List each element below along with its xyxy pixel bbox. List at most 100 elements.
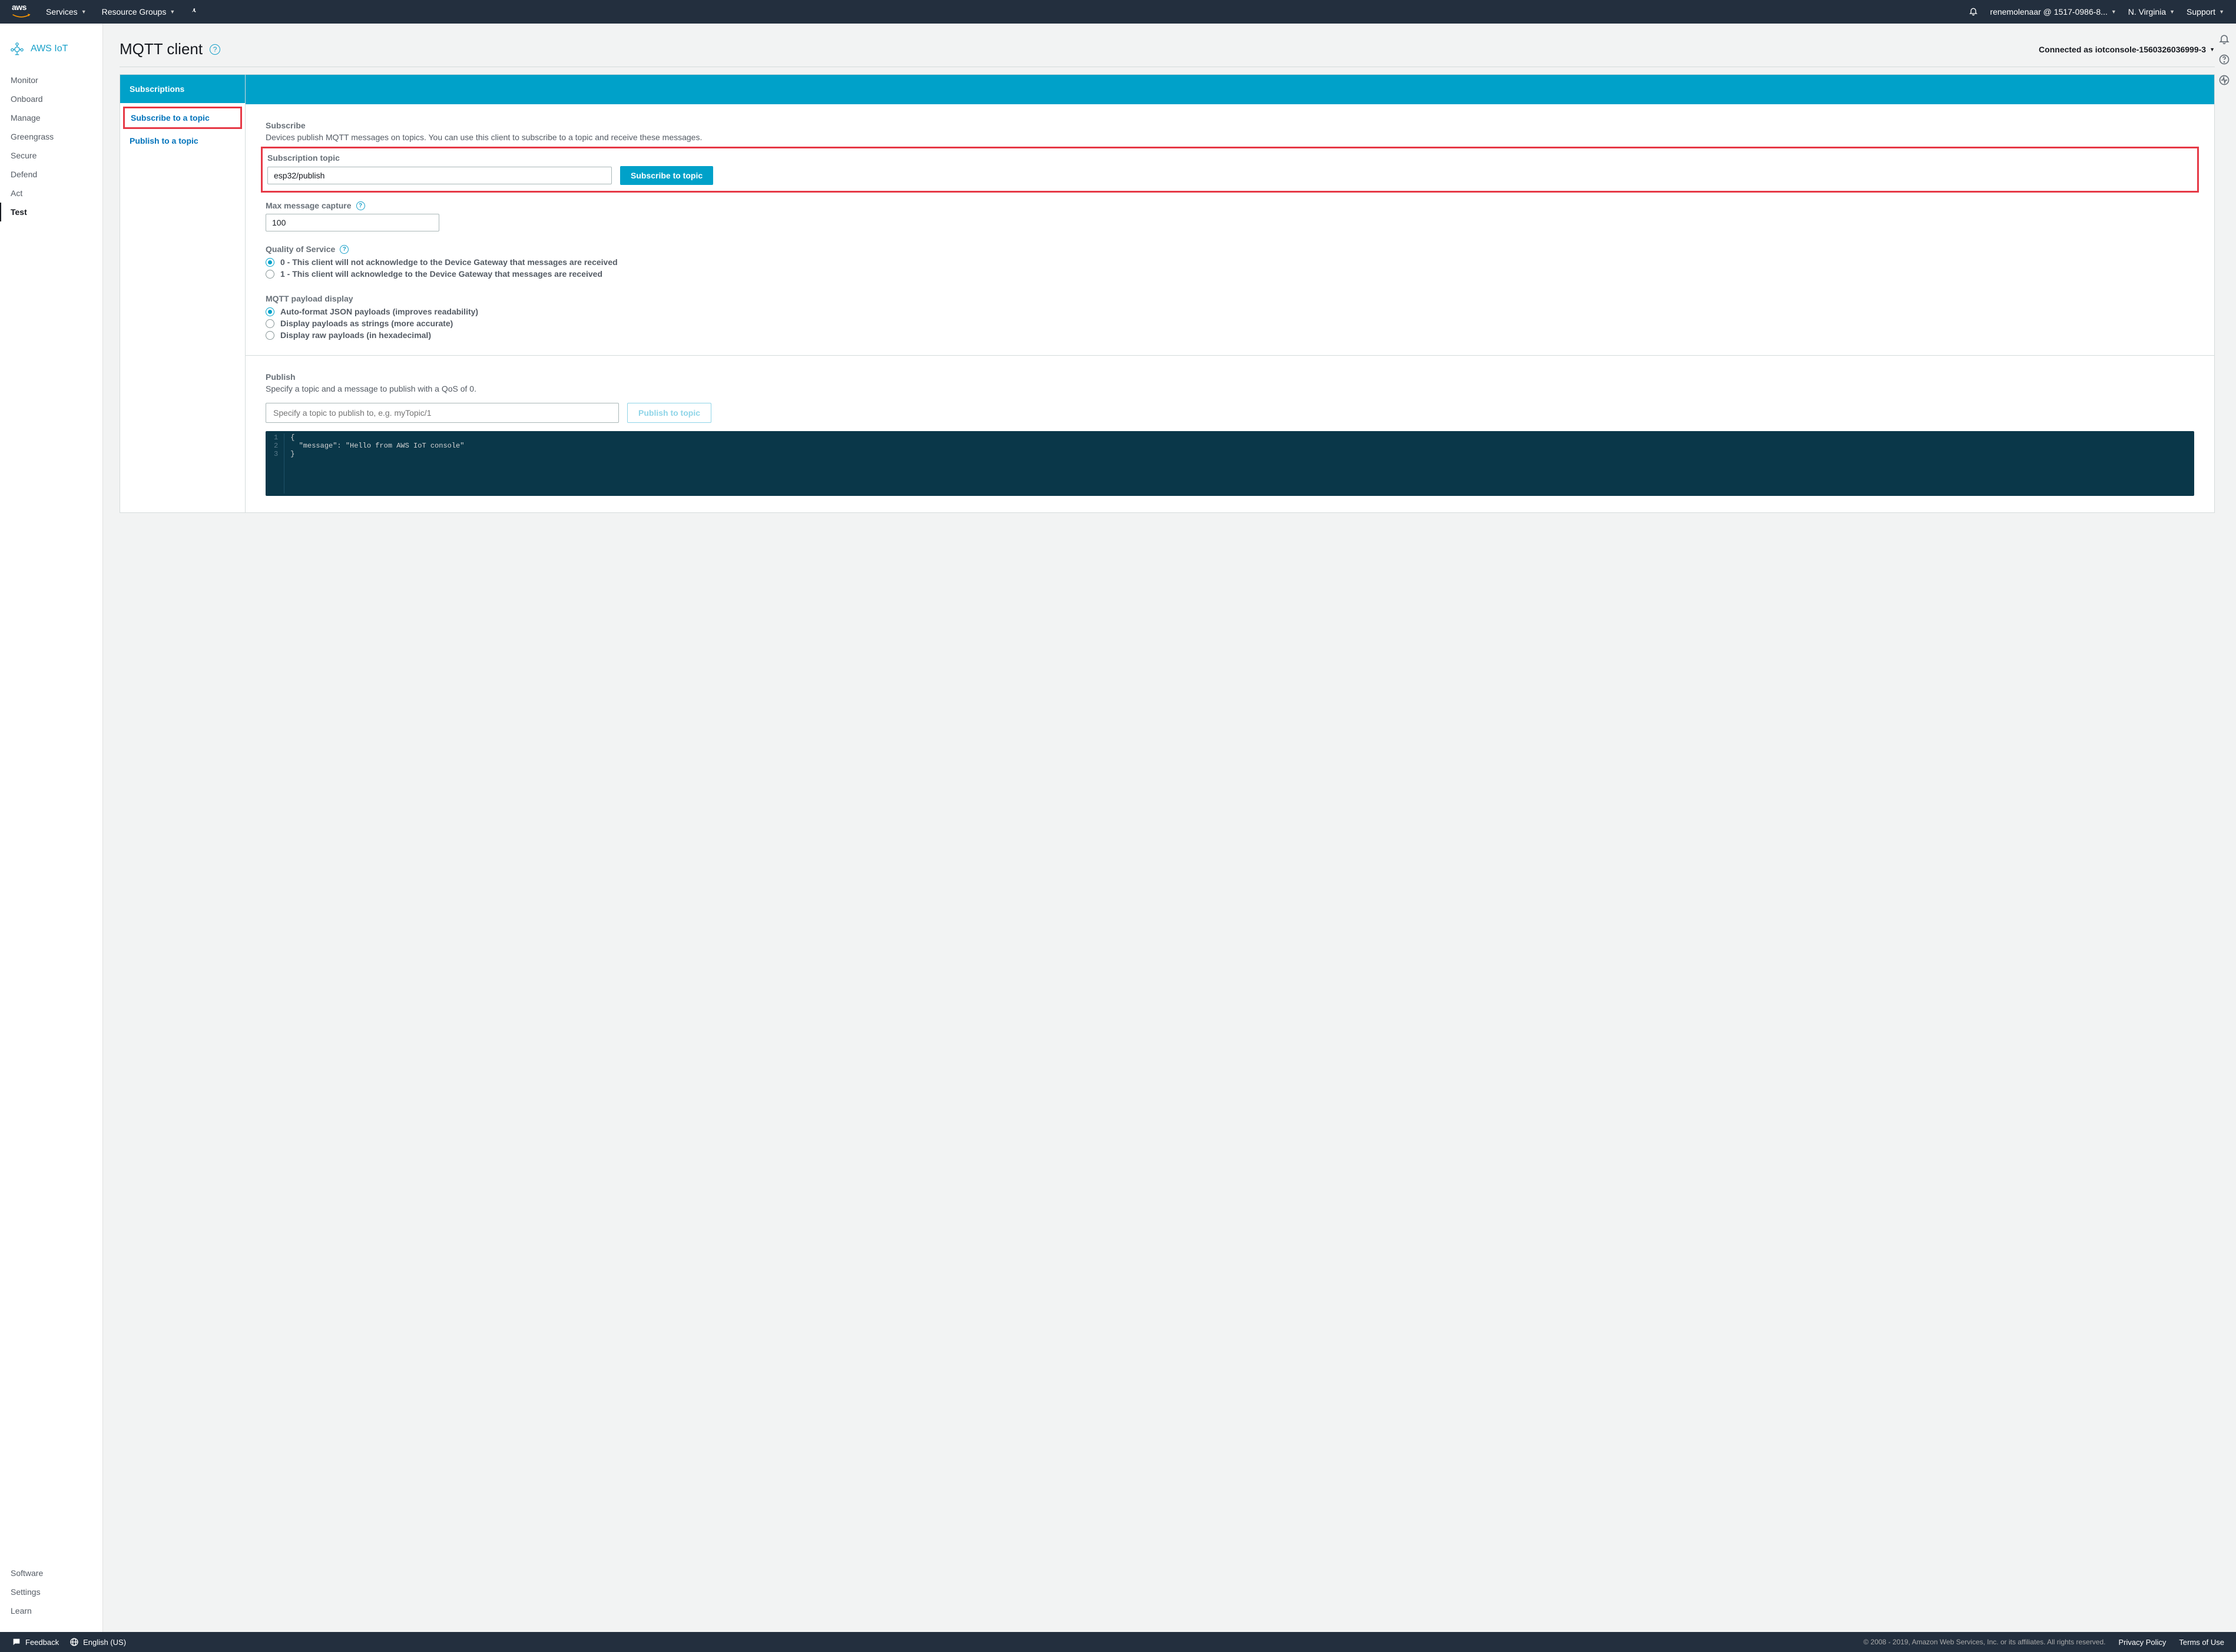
radio-unselected-icon xyxy=(266,319,274,328)
code-gutter: 123 xyxy=(266,433,284,494)
help-icon[interactable]: ? xyxy=(210,44,220,55)
publish-to-topic-link[interactable]: Publish to a topic xyxy=(120,130,245,149)
radio-label: Auto-format JSON payloads (improves read… xyxy=(280,307,478,316)
copyright-text: © 2008 - 2019, Amazon Web Services, Inc.… xyxy=(1863,1638,2105,1646)
chat-icon xyxy=(12,1637,21,1647)
feedback-link[interactable]: Feedback xyxy=(12,1637,59,1647)
sidebar-item-label: Secure xyxy=(11,151,37,160)
rail-help-icon[interactable] xyxy=(2218,54,2230,67)
sidebar-item-monitor[interactable]: Monitor xyxy=(0,71,102,90)
payload-code-editor[interactable]: 123 { "message": "Hello from AWS IoT con… xyxy=(266,431,2194,496)
nav-support-label: Support xyxy=(2187,7,2215,16)
sidebar-item-label: Monitor xyxy=(11,75,38,85)
qos-label-text: Quality of Service xyxy=(266,244,335,254)
sidebar-item-label: Greengrass xyxy=(11,132,54,141)
top-nav: aws Services ▼ Resource Groups ▼ renemol… xyxy=(0,0,2236,24)
caret-down-icon: ▼ xyxy=(2169,9,2175,15)
aws-logo[interactable]: aws xyxy=(12,2,31,21)
sidebar-item-secure[interactable]: Secure xyxy=(0,146,102,165)
privacy-policy-link[interactable]: Privacy Policy xyxy=(2119,1638,2167,1647)
subscribe-link-label: Subscribe to a topic xyxy=(131,113,210,123)
sidebar-item-greengrass[interactable]: Greengrass xyxy=(0,127,102,146)
connection-status-dropdown[interactable]: Connected as iotconsole-1560326036999-3 … xyxy=(2039,45,2215,54)
qos-option-1[interactable]: 1 - This client will acknowledge to the … xyxy=(266,269,2194,279)
max-message-capture-label: Max message capture ? xyxy=(266,201,2194,210)
radio-label: 1 - This client will acknowledge to the … xyxy=(280,269,602,279)
feedback-label: Feedback xyxy=(25,1638,59,1647)
help-icon[interactable]: ? xyxy=(340,245,349,254)
subscribe-description: Devices publish MQTT messages on topics.… xyxy=(266,133,2194,142)
terms-of-use-link[interactable]: Terms of Use xyxy=(2179,1638,2224,1647)
caret-down-icon: ▼ xyxy=(2210,47,2215,52)
nav-services-label: Services xyxy=(46,7,78,16)
page-title-text: MQTT client xyxy=(120,40,203,58)
radio-label: Display payloads as strings (more accura… xyxy=(280,319,453,328)
radio-selected-icon xyxy=(266,258,274,267)
qos-option-0[interactable]: 0 - This client will not acknowledge to … xyxy=(266,257,2194,267)
radio-label: 0 - This client will not acknowledge to … xyxy=(280,257,618,267)
sidebar-item-label: Software xyxy=(11,1568,43,1578)
sidebar-item-settings[interactable]: Settings xyxy=(0,1583,102,1601)
footer: Feedback English (US) © 2008 - 2019, Ama… xyxy=(0,1632,2236,1652)
sidebar-item-learn[interactable]: Learn xyxy=(0,1601,102,1620)
sidebar-item-manage[interactable]: Manage xyxy=(0,108,102,127)
subscriptions-sidebar: Subscriptions Subscribe to a topic Publi… xyxy=(120,75,245,512)
sidebar-item-label: Test xyxy=(11,207,27,217)
rail-notifications-icon[interactable] xyxy=(2218,33,2230,47)
sidebar-item-test[interactable]: Test xyxy=(0,203,102,221)
nav-account-label: renemolenaar @ 1517-0986-8... xyxy=(1990,7,2107,16)
sidebar-brand[interactable]: AWS IoT xyxy=(0,35,102,71)
publish-to-topic-button[interactable]: Publish to topic xyxy=(627,403,711,423)
mqtt-panel: Subscriptions Subscribe to a topic Publi… xyxy=(120,74,2215,513)
caret-down-icon: ▼ xyxy=(2111,9,2116,15)
sidebar-item-label: Onboard xyxy=(11,94,42,104)
radio-selected-icon xyxy=(266,307,274,316)
payload-option-string[interactable]: Display payloads as strings (more accura… xyxy=(266,319,2194,328)
nav-resource-groups-label: Resource Groups xyxy=(102,7,167,16)
caret-down-icon: ▼ xyxy=(2219,9,2224,15)
payload-display-label: MQTT payload display xyxy=(266,294,2194,303)
nav-pin[interactable] xyxy=(190,7,198,17)
language-label: English (US) xyxy=(83,1638,126,1647)
sidebar-item-act[interactable]: Act xyxy=(0,184,102,203)
caret-down-icon: ▼ xyxy=(81,9,87,15)
nav-region-label: N. Virginia xyxy=(2128,7,2166,16)
sidebar-item-defend[interactable]: Defend xyxy=(0,165,102,184)
connection-status-text: Connected as iotconsole-1560326036999-3 xyxy=(2039,45,2206,54)
iot-icon xyxy=(9,41,25,57)
publish-topic-input[interactable] xyxy=(266,403,619,423)
qos-label: Quality of Service ? xyxy=(266,244,2194,254)
subscription-topic-highlight: Subscription topic Subscribe to topic xyxy=(261,147,2199,193)
radio-label: Display raw payloads (in hexadecimal) xyxy=(280,330,431,340)
panel-topbar xyxy=(246,75,2214,104)
subscribe-to-topic-link[interactable]: Subscribe to a topic xyxy=(123,107,242,129)
sidebar-item-label: Settings xyxy=(11,1587,41,1597)
nav-resource-groups[interactable]: Resource Groups ▼ xyxy=(102,7,175,16)
notifications-icon[interactable] xyxy=(1969,6,1978,18)
rail-activity-icon[interactable] xyxy=(2218,74,2230,88)
caret-down-icon: ▼ xyxy=(170,9,175,15)
payload-option-hex[interactable]: Display raw payloads (in hexadecimal) xyxy=(266,330,2194,340)
publish-heading: Publish xyxy=(266,372,2194,382)
sidebar-item-onboard[interactable]: Onboard xyxy=(0,90,102,108)
right-rail xyxy=(2218,33,2230,88)
nav-region[interactable]: N. Virginia ▼ xyxy=(2128,7,2175,16)
sidebar-item-software[interactable]: Software xyxy=(0,1564,102,1583)
language-selector[interactable]: English (US) xyxy=(69,1637,126,1647)
publish-link-label: Publish to a topic xyxy=(130,136,198,145)
sidebar-item-label: Defend xyxy=(11,170,37,179)
max-message-capture-input[interactable] xyxy=(266,214,439,231)
max-capture-label-text: Max message capture xyxy=(266,201,352,210)
globe-icon xyxy=(69,1637,79,1647)
nav-services[interactable]: Services ▼ xyxy=(46,7,87,16)
subscribe-to-topic-button[interactable]: Subscribe to topic xyxy=(620,166,713,185)
page-title: MQTT client ? xyxy=(120,40,220,58)
help-icon[interactable]: ? xyxy=(356,201,365,210)
subscription-topic-label: Subscription topic xyxy=(267,153,2192,163)
payload-option-auto-json[interactable]: Auto-format JSON payloads (improves read… xyxy=(266,307,2194,316)
nav-account[interactable]: renemolenaar @ 1517-0986-8... ▼ xyxy=(1990,7,2116,16)
nav-support[interactable]: Support ▼ xyxy=(2187,7,2224,16)
sidebar-item-label: Act xyxy=(11,188,22,198)
sidebar-item-label: Manage xyxy=(11,113,41,123)
subscription-topic-input[interactable] xyxy=(267,167,612,184)
